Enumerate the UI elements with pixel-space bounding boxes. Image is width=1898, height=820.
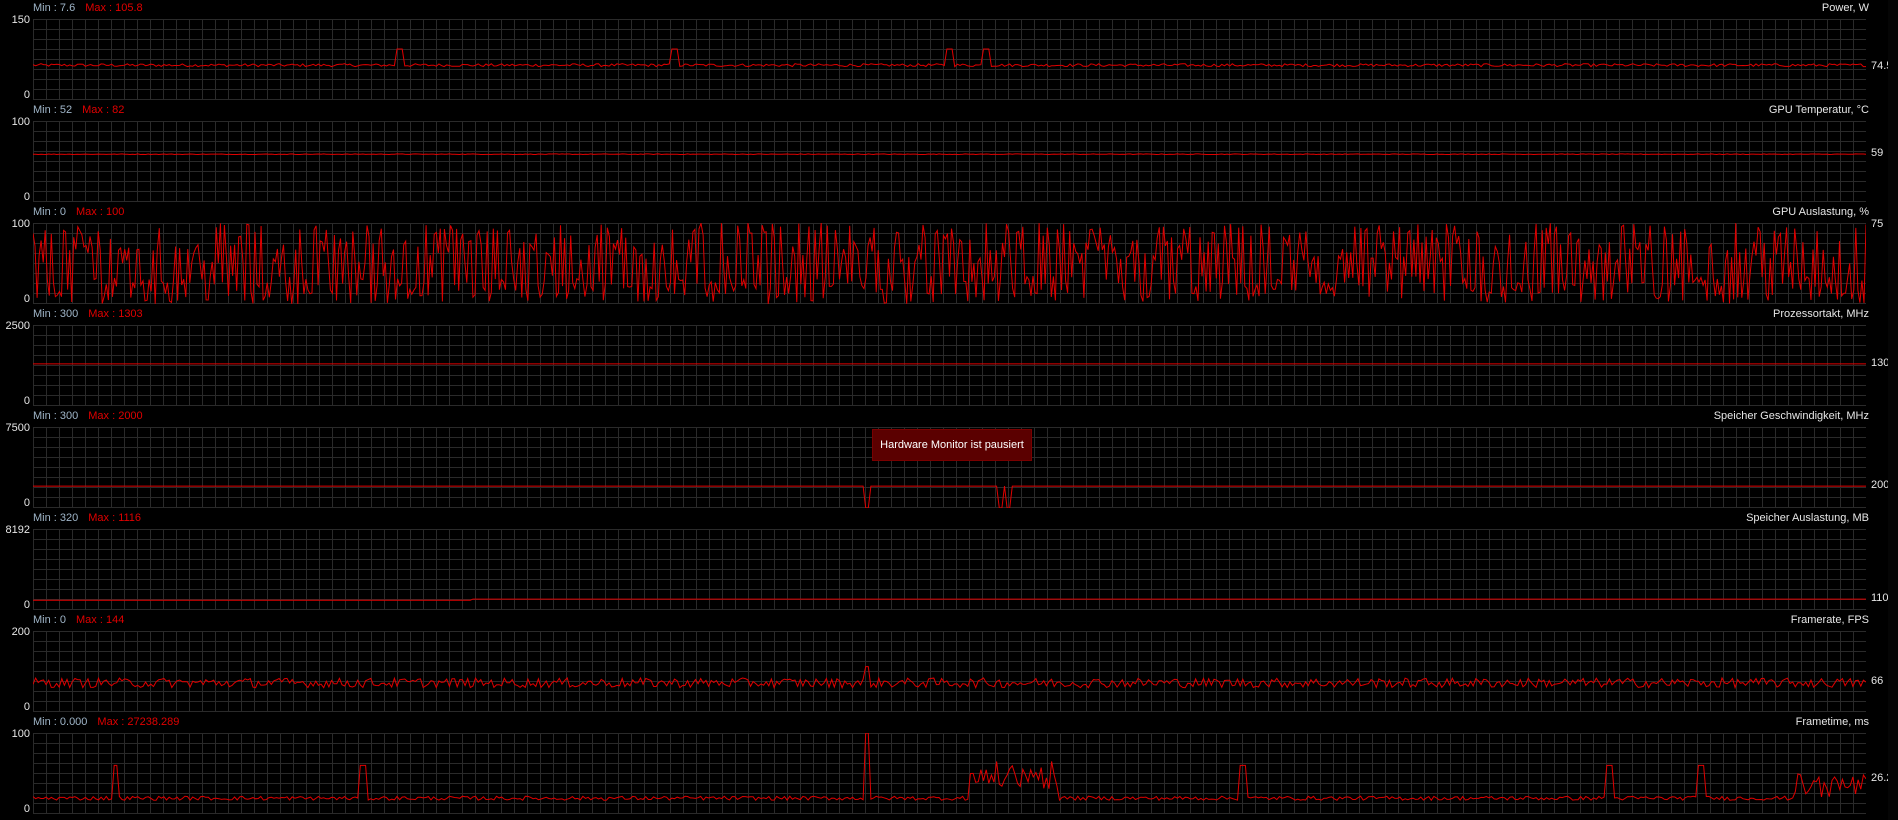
- graph-title: Speicher Geschwindigkeit, MHz: [1713, 410, 1869, 422]
- min-value: Min : 300: [33, 308, 79, 320]
- grid: [33, 325, 1866, 406]
- graph-title: Power, W: [1821, 2, 1869, 14]
- grid: [33, 19, 1866, 100]
- graph-pane: Min : 0 Max : 100 GPU Auslastung, % 100 0 75: [0, 204, 1898, 306]
- graph-title: Prozessortakt, MHz: [1773, 308, 1869, 320]
- y-axis-min-label: 0: [23, 497, 30, 509]
- y-axis-max-label: 200: [11, 626, 30, 638]
- current-value: 59: [1871, 147, 1884, 160]
- grid: [33, 223, 1866, 304]
- graph-plot: [33, 529, 1866, 610]
- min-max-readout: Min : 52 Max : 82: [33, 104, 124, 116]
- max-value: Max : 100: [76, 206, 125, 218]
- current-value: 75: [1871, 218, 1884, 230]
- current-value: 66: [1871, 675, 1884, 688]
- min-max-readout: Min : 300 Max : 1303: [33, 308, 143, 320]
- y-axis-max-label: 2500: [5, 320, 30, 332]
- max-value: Max : 1116: [88, 512, 142, 524]
- max-value: Max : 144: [76, 614, 125, 626]
- graph-title: Frametime, ms: [1795, 716, 1869, 728]
- graph-pane: Min : 0 Max : 144 Framerate, FPS 200 0 66: [0, 612, 1898, 714]
- graph-pane: Min : 52 Max : 82 GPU Temperatur, °C 100 0 59: [0, 102, 1898, 204]
- min-value: Min : 7.6: [33, 2, 76, 14]
- series-line: [33, 153, 1866, 156]
- min-max-readout: Min : 0 Max : 100: [33, 206, 124, 218]
- max-value: Max : 27238.289: [97, 716, 180, 728]
- y-axis-min-label: 0: [23, 803, 30, 815]
- max-value: Max : 1303: [88, 308, 143, 320]
- graph-title: Framerate, FPS: [1790, 614, 1869, 626]
- y-axis-min-label: 0: [23, 293, 30, 305]
- min-max-readout: Min : 7.6 Max : 105.8: [33, 2, 143, 14]
- y-axis-min-label: 0: [23, 599, 30, 611]
- min-value: Min : 52: [33, 104, 73, 116]
- y-axis-min-label: 0: [23, 395, 30, 407]
- grid: [33, 529, 1866, 610]
- graph-pane: Min : 300 Max : 1303 Prozessortakt, MHz 250…: [0, 306, 1898, 408]
- vertical-scrollbar[interactable]: [1888, 0, 1898, 820]
- y-axis-min-label: 0: [23, 701, 30, 713]
- max-value: Max : 2000: [88, 410, 143, 422]
- graph-title: GPU Auslastung, %: [1772, 206, 1869, 218]
- min-max-readout: Min : 300 Max : 2000: [33, 410, 143, 422]
- min-value: Min : 320: [33, 512, 79, 524]
- y-axis-min-label: 0: [23, 89, 30, 101]
- graph-pane: Min : 320 Max : 1116 Speicher Auslastung, …: [0, 510, 1898, 612]
- min-max-readout: Min : 0 Max : 144: [33, 614, 124, 626]
- min-value: Min : 0.000: [33, 716, 88, 728]
- series-line: [33, 666, 1866, 690]
- max-value: Max : 82: [82, 104, 125, 116]
- min-max-readout: Min : 0.000 Max : 27238.289: [33, 716, 179, 728]
- graph-pane: Min : 0.000 Max : 27238.289 Frametime, ms 1…: [0, 714, 1898, 816]
- graph-plot: [33, 325, 1866, 406]
- y-axis-max-label: 100: [11, 116, 30, 128]
- min-value: Min : 300: [33, 410, 79, 422]
- min-value: Min : 0: [33, 206, 67, 218]
- graph-plot: [33, 121, 1866, 202]
- graph-pane: Min : 7.6 Max : 105.8 Power, W 150 0 74.5: [0, 0, 1898, 102]
- graph-plot: [33, 223, 1866, 304]
- hardware-monitor-graphs: Min : 7.6 Max : 105.8 Power, W 150 0 74.5 Min …: [0, 0, 1898, 820]
- graph-plot: [33, 19, 1866, 100]
- graph-title: GPU Temperatur, °C: [1768, 104, 1869, 116]
- y-axis-max-label: 100: [11, 728, 30, 740]
- y-axis-max-label: 8192: [5, 524, 30, 536]
- grid: [33, 631, 1866, 712]
- min-value: Min : 0: [33, 614, 67, 626]
- y-axis-max-label: 100: [11, 218, 30, 230]
- graph-title: Speicher Auslastung, MB: [1746, 512, 1869, 524]
- grid: [33, 733, 1866, 814]
- graph-plot: [33, 733, 1866, 814]
- y-axis-max-label: 7500: [5, 422, 30, 434]
- y-axis-min-label: 0: [23, 191, 30, 203]
- graph-plot: [33, 631, 1866, 712]
- paused-status-badge: Hardware Monitor ist pausiert: [872, 429, 1032, 461]
- series-line: [33, 48, 1866, 68]
- grid: [33, 121, 1866, 202]
- y-axis-max-label: 150: [11, 14, 30, 26]
- max-value: Max : 105.8: [85, 2, 143, 14]
- min-max-readout: Min : 320 Max : 1116: [33, 512, 141, 524]
